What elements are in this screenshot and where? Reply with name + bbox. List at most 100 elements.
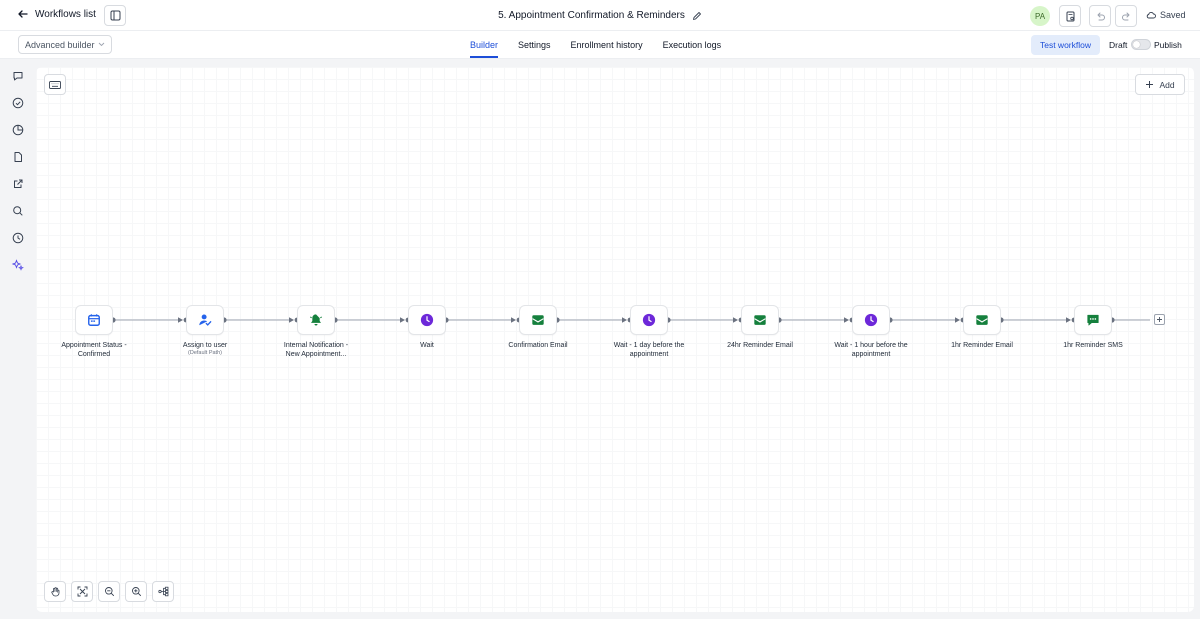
connector-arrow	[733, 317, 738, 323]
save-status: Saved	[1146, 10, 1186, 20]
hand-icon	[50, 587, 59, 597]
connector-arrow	[1066, 317, 1071, 323]
connector-arrow	[511, 317, 516, 323]
top-bar: Workflows list 5. Appointment Confirmati…	[0, 0, 1200, 31]
avatar[interactable]: PA	[1030, 6, 1050, 26]
workflow-node-label: Wait - 1 hour before the appointment	[831, 341, 911, 359]
workflow-canvas[interactable]: Add Appointment Status - Confirmed Assign…	[36, 67, 1194, 612]
back-label: Workflows list	[35, 8, 96, 20]
add-step-end-button[interactable]	[1154, 314, 1165, 325]
zoom-controls	[44, 581, 174, 602]
node-title: 1hr Reminder Email	[951, 342, 1013, 349]
workflow-node[interactable]	[408, 305, 446, 335]
pan-button[interactable]	[44, 581, 66, 602]
workflow-node-label: Assign to user (Default Path)	[165, 341, 245, 357]
pencil-edit-icon[interactable]	[692, 11, 702, 21]
fit-view-icon	[77, 586, 87, 597]
history-icon[interactable]	[11, 231, 25, 245]
auto-layout-icon	[157, 586, 168, 597]
node-title: 1hr Reminder SMS	[1063, 342, 1123, 349]
connector-arrow	[400, 317, 405, 323]
arrow-left-icon	[18, 10, 28, 18]
sidebar-panel-icon	[110, 10, 120, 21]
cloud-icon	[1146, 11, 1156, 19]
auto-layout-button[interactable]	[152, 581, 174, 602]
tab-enrollment-history[interactable]: Enrollment history	[571, 31, 643, 59]
node-title: Internal Notification - New Appointment.…	[283, 342, 349, 358]
workflow-node[interactable]	[297, 305, 335, 335]
workflow-node-label: Internal Notification - New Appointment.…	[276, 341, 356, 359]
workflow-node[interactable]	[741, 305, 779, 335]
node-title: Wait - 1 day before the appointment	[613, 342, 685, 358]
publish-toggle[interactable]	[1131, 39, 1151, 50]
sms-icon	[1087, 314, 1099, 326]
workflow-node[interactable]	[852, 305, 890, 335]
workflow-node-label: 1hr Reminder SMS	[1053, 341, 1133, 350]
workflow-node-label: 1hr Reminder Email	[942, 341, 1022, 350]
workflow-node[interactable]	[963, 305, 1001, 335]
workflow-title[interactable]: 5. Appointment Confirmation & Reminders	[498, 10, 685, 21]
connector-arrow	[622, 317, 627, 323]
workflow-node-label: 24hr Reminder Email	[720, 341, 800, 350]
zoom-out-button[interactable]	[98, 581, 120, 602]
node-title: Appointment Status - Confirmed	[61, 342, 127, 358]
bell-icon	[310, 314, 322, 326]
back-to-workflows-link[interactable]: Workflows list	[17, 8, 96, 20]
ai-sparkle-icon[interactable]	[11, 258, 25, 272]
connector-arrow	[289, 317, 294, 323]
connectors	[110, 317, 1150, 323]
undo-button[interactable]	[1089, 5, 1111, 27]
document-icon[interactable]	[11, 150, 25, 164]
node-title: 24hr Reminder Email	[727, 342, 793, 349]
test-workflow-button[interactable]: Test workflow	[1031, 35, 1100, 55]
left-rail	[0, 60, 35, 619]
email-icon	[754, 315, 766, 325]
undo-icon	[1097, 12, 1105, 20]
workflow-node-label: Wait - 1 day before the appointment	[609, 341, 689, 359]
chevron-down-icon	[98, 42, 105, 47]
node-subtitle: (Default Path)	[188, 350, 222, 356]
draft-label: Draft	[1109, 40, 1128, 50]
search-icon[interactable]	[11, 204, 25, 218]
redo-icon	[1121, 12, 1129, 20]
publish-label: Publish	[1154, 40, 1182, 50]
builder-mode-value: Advanced builder	[25, 39, 95, 50]
connector-arrow	[955, 317, 960, 323]
connector-arrow	[178, 317, 183, 323]
workflow-node-label: Appointment Status - Confirmed	[54, 341, 134, 359]
node-title: Assign to user	[182, 342, 228, 349]
workflow-node[interactable]	[630, 305, 668, 335]
tab-builder[interactable]: Builder	[470, 31, 499, 59]
fit-view-button[interactable]	[71, 581, 93, 602]
sub-bar: Advanced builder Builder Settings Enroll…	[0, 31, 1200, 59]
workflow-node-label: Confirmation Email	[498, 341, 578, 350]
plus-icon	[1157, 317, 1162, 322]
tab-bar: Builder Settings Enrollment history Exec…	[470, 31, 721, 59]
zoom-in-button[interactable]	[125, 581, 147, 602]
zoom-in-icon	[131, 587, 141, 597]
email-icon	[532, 315, 544, 325]
node-title: Wait - 1 hour before the appointment	[834, 342, 908, 358]
workflow-node[interactable]	[186, 305, 224, 335]
redo-button[interactable]	[1115, 5, 1137, 27]
email-icon	[976, 315, 988, 325]
check-circle-icon[interactable]	[11, 96, 25, 110]
calendar-icon	[88, 314, 100, 326]
node-title: Confirmation Email	[508, 342, 568, 349]
clock-icon	[420, 313, 434, 327]
panel-toggle-button[interactable]	[104, 5, 126, 26]
clock-icon	[642, 313, 656, 327]
workflow-node[interactable]	[75, 305, 113, 335]
external-link-icon[interactable]	[11, 177, 25, 191]
builder-mode-select[interactable]: Advanced builder	[18, 35, 112, 54]
saved-label: Saved	[1160, 10, 1186, 20]
workflow-node-label: Wait	[387, 341, 467, 350]
zoom-out-icon	[104, 587, 114, 597]
workflow-settings-button[interactable]	[1059, 5, 1081, 27]
pie-chart-icon[interactable]	[11, 123, 25, 137]
workflow-node[interactable]	[1074, 305, 1112, 335]
tab-execution-logs[interactable]: Execution logs	[663, 31, 722, 59]
workflow-node[interactable]	[519, 305, 557, 335]
tab-settings[interactable]: Settings	[518, 31, 551, 59]
chat-bubble-icon[interactable]	[11, 69, 25, 83]
